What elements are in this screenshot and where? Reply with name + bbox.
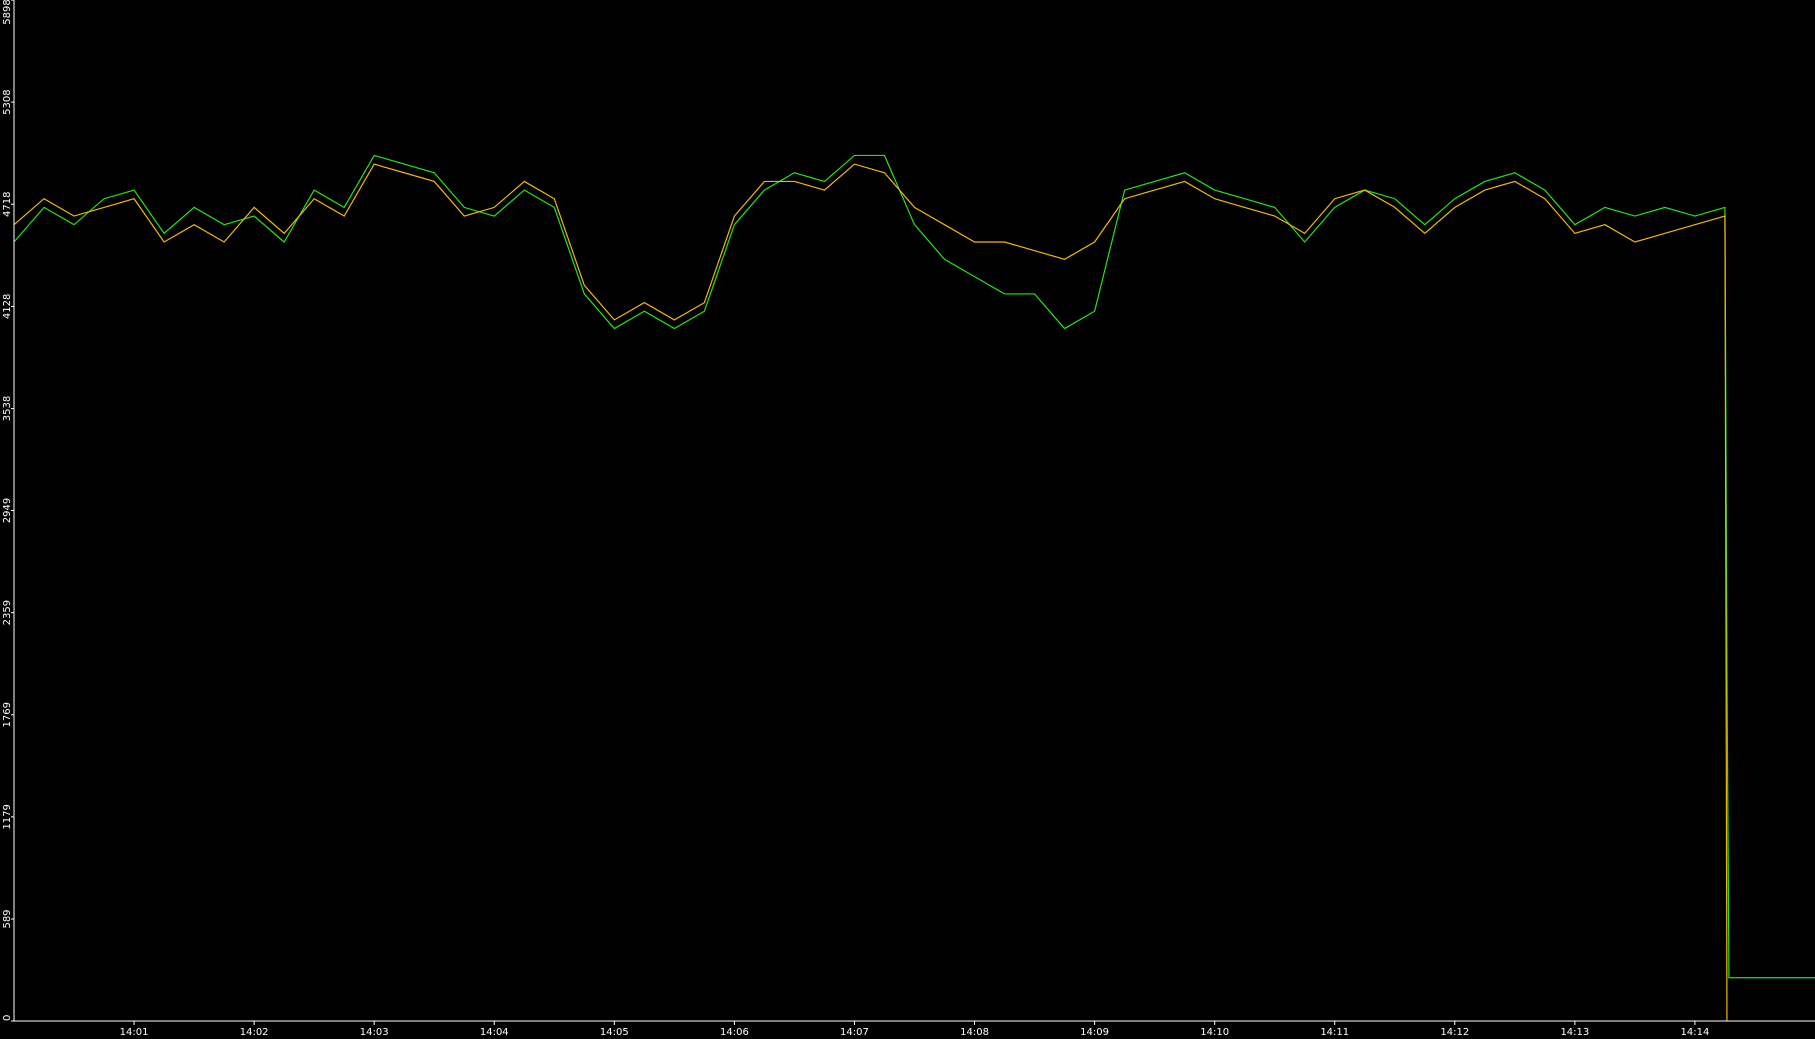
x-tick-label: 14:04 xyxy=(480,1027,509,1038)
y-tick-label: 3538 xyxy=(2,396,13,421)
y-tick-label: 5898 xyxy=(2,0,13,25)
y-tick-label: 1179 xyxy=(2,804,13,829)
y-tick-label: 0 xyxy=(2,1015,13,1021)
y-tick-label: 4718 xyxy=(2,192,13,217)
x-tick-label: 14:10 xyxy=(1200,1027,1229,1038)
y-tick-label: 589 xyxy=(2,909,13,928)
x-tick-label: 14:06 xyxy=(720,1027,749,1038)
x-tick-label: 14:11 xyxy=(1320,1027,1349,1038)
y-tick-label: 2949 xyxy=(2,498,13,523)
y-tick-label: 1769 xyxy=(2,702,13,727)
x-tick-label: 14:01 xyxy=(120,1027,149,1038)
x-tick-label: 14:02 xyxy=(240,1027,269,1038)
y-tick-label: 5308 xyxy=(2,89,13,114)
y-tick-label: 4128 xyxy=(2,294,13,319)
x-tick-label: 14:14 xyxy=(1681,1027,1710,1038)
x-tick-label: 14:09 xyxy=(1080,1027,1109,1038)
plot-background xyxy=(0,0,1815,1039)
x-tick-label: 14:12 xyxy=(1440,1027,1469,1038)
x-tick-label: 14:13 xyxy=(1560,1027,1589,1038)
y-tick-label: 2359 xyxy=(2,600,13,625)
x-tick-label: 14:08 xyxy=(960,1027,989,1038)
x-tick-label: 14:03 xyxy=(360,1027,389,1038)
x-tick-label: 14:05 xyxy=(600,1027,629,1038)
x-tick-label: 14:07 xyxy=(840,1027,869,1038)
chart-root: 0 589 1179 1769 2359 2949 3538 4128 4718 5308 5898… xyxy=(0,0,1815,1039)
